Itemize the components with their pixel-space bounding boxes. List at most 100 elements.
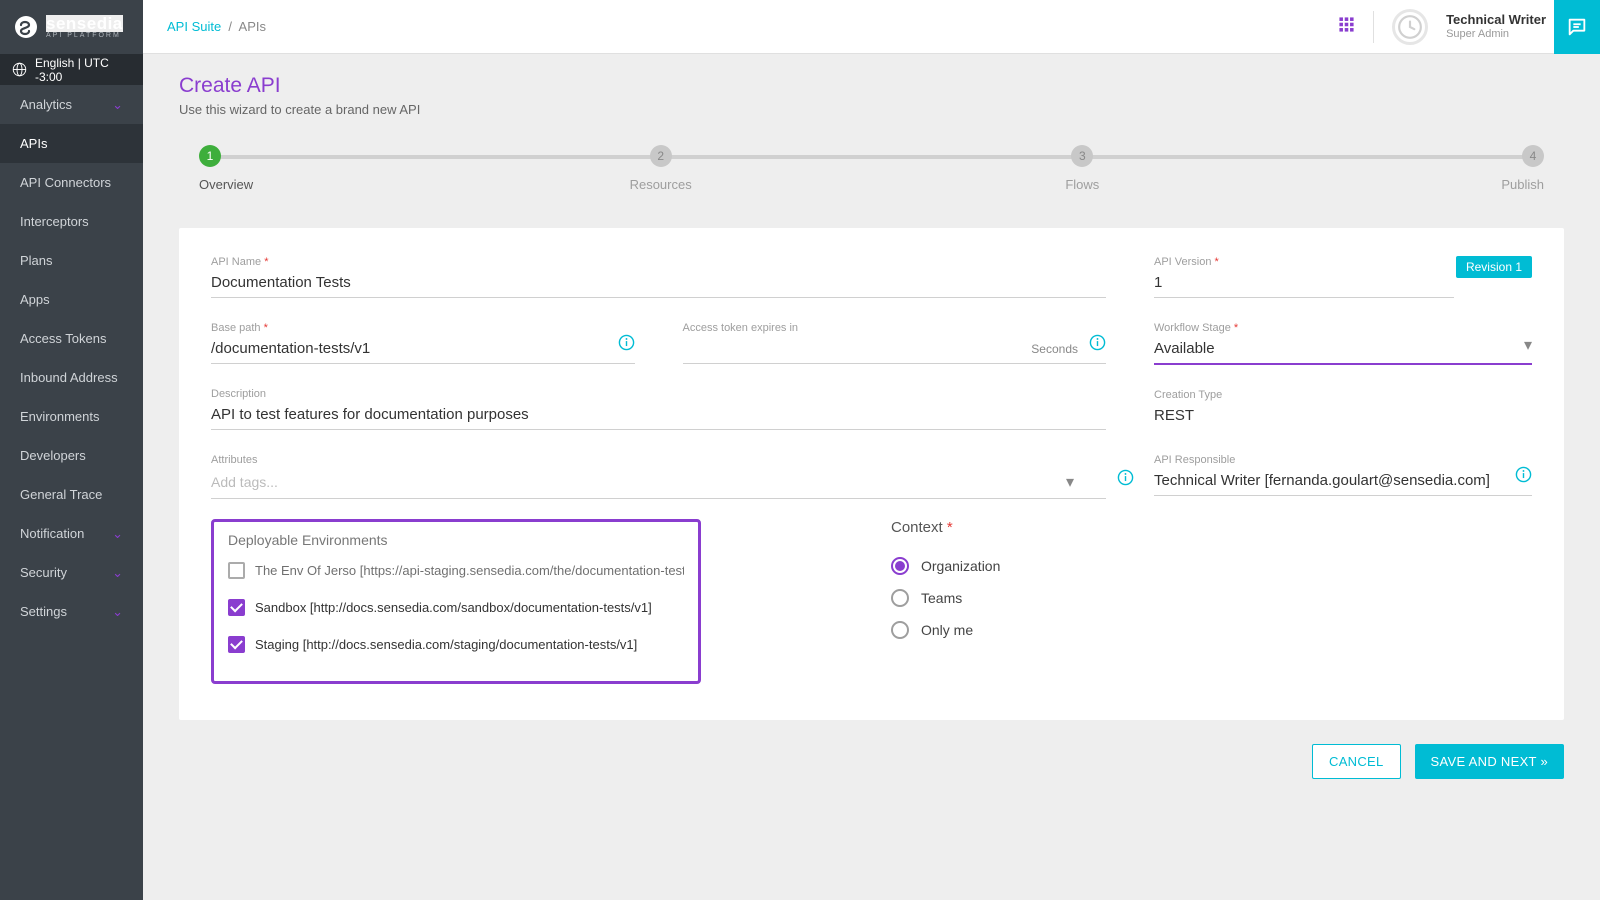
avatar[interactable] bbox=[1392, 9, 1428, 45]
sidebar-item-label: Settings bbox=[20, 604, 67, 619]
context-option-teams[interactable]: Teams bbox=[891, 582, 1000, 614]
user-role: Super Admin bbox=[1446, 28, 1546, 41]
info-icon[interactable] bbox=[1515, 466, 1532, 488]
creation-type-field: Creation Type REST bbox=[1154, 389, 1532, 430]
brand-sub: API PLATFORM bbox=[46, 32, 123, 39]
workflow-stage-field: Workflow Stage * ▾ bbox=[1154, 322, 1532, 365]
radio[interactable] bbox=[891, 589, 909, 607]
token-units: Seconds bbox=[1031, 342, 1078, 356]
checkbox[interactable] bbox=[228, 562, 245, 579]
description-input[interactable] bbox=[211, 402, 1106, 430]
api-name-field: API Name * bbox=[211, 256, 1106, 298]
workflow-select[interactable] bbox=[1154, 336, 1532, 365]
step-label: Overview bbox=[199, 177, 253, 192]
step-circle[interactable]: 4 bbox=[1522, 145, 1544, 167]
sidebar-item-inbound-address[interactable]: Inbound Address bbox=[0, 358, 143, 397]
sidebar-item-api-connectors[interactable]: API Connectors bbox=[0, 163, 143, 202]
breadcrumb-root[interactable]: API Suite bbox=[167, 19, 221, 34]
radio-label: Organization bbox=[921, 558, 1000, 574]
sidebar-item-label: Developers bbox=[20, 448, 86, 463]
save-and-next-button[interactable]: SAVE AND NEXT » bbox=[1415, 744, 1564, 779]
sidebar-item-label: Apps bbox=[20, 292, 50, 307]
sidebar-item-label: Plans bbox=[20, 253, 53, 268]
chevron-down-icon: ⌄ bbox=[112, 97, 123, 113]
checkbox[interactable] bbox=[228, 636, 245, 653]
sidebar-item-apis[interactable]: APIs bbox=[0, 124, 143, 163]
sidebar-item-apps[interactable]: Apps bbox=[0, 280, 143, 319]
sidebar-item-label: API Connectors bbox=[20, 175, 111, 190]
sidebar-item-label: Notification bbox=[20, 526, 84, 541]
description-field: Description bbox=[211, 388, 1106, 430]
sidebar-item-environments[interactable]: Environments bbox=[0, 397, 143, 436]
sidebar-item-general-trace[interactable]: General Trace bbox=[0, 475, 143, 514]
sidebar-item-notification[interactable]: Notification ⌄ bbox=[0, 514, 143, 553]
api-name-input[interactable] bbox=[211, 270, 1106, 298]
app-switcher-icon[interactable] bbox=[1338, 16, 1355, 38]
sidebar-item-label: General Trace bbox=[20, 487, 102, 502]
checkbox[interactable] bbox=[228, 599, 245, 616]
env-item[interactable]: The Env Of Jerso [https://api-staging.se… bbox=[228, 552, 684, 589]
creation-type-value: REST bbox=[1154, 403, 1532, 430]
chevron-down-icon: ⌄ bbox=[112, 604, 123, 620]
chat-button[interactable] bbox=[1554, 0, 1600, 54]
deployable-environments-box: Deployable Environments The Env Of Jerso… bbox=[211, 519, 701, 684]
sidebar-item-developers[interactable]: Developers bbox=[0, 436, 143, 475]
sidebar-item-label: Interceptors bbox=[20, 214, 89, 229]
chat-icon bbox=[1566, 16, 1588, 38]
api-version-input[interactable] bbox=[1154, 270, 1454, 298]
top-header: API Suite / APIs Technical Writer Super … bbox=[143, 0, 1600, 54]
chevron-down-icon: ⌄ bbox=[112, 526, 123, 542]
deploy-title: Deployable Environments bbox=[228, 532, 684, 548]
cancel-button[interactable]: CANCEL bbox=[1312, 744, 1401, 779]
env-label: Staging [http://docs.sensedia.com/stagin… bbox=[255, 637, 637, 652]
sidebar-item-security[interactable]: Security ⌄ bbox=[0, 553, 143, 592]
brand-logo: sensedia API PLATFORM bbox=[0, 0, 143, 54]
sidebar-item-settings[interactable]: Settings ⌄ bbox=[0, 592, 143, 631]
locale-selector[interactable]: English | UTC -3:00 bbox=[0, 54, 143, 85]
locale-text: English | UTC -3:00 bbox=[35, 56, 131, 84]
info-icon[interactable] bbox=[1117, 469, 1134, 491]
base-path-field: Base path * bbox=[211, 322, 635, 364]
attributes-input[interactable]: Add tags... ▾ bbox=[211, 468, 1106, 499]
step-circle[interactable]: 3 bbox=[1071, 145, 1093, 167]
form-card: API Name * Base path * bbox=[179, 228, 1564, 720]
radio[interactable] bbox=[891, 621, 909, 639]
context-box: Context * OrganizationTeamsOnly me bbox=[891, 519, 1000, 684]
base-path-input[interactable] bbox=[211, 336, 635, 364]
token-expires-field: Access token expires in Seconds bbox=[683, 322, 1107, 364]
chevron-down-icon: ⌄ bbox=[112, 565, 123, 581]
context-option-organization[interactable]: Organization bbox=[891, 550, 1000, 582]
wizard-footer: CANCEL SAVE AND NEXT » bbox=[179, 744, 1564, 779]
revision-badge: Revision 1 bbox=[1456, 256, 1532, 278]
globe-icon bbox=[12, 62, 27, 77]
info-icon[interactable] bbox=[618, 334, 635, 356]
sidebar-item-label: Inbound Address bbox=[20, 370, 118, 385]
sidebar-item-access-tokens[interactable]: Access Tokens bbox=[0, 319, 143, 358]
api-responsible-input[interactable] bbox=[1154, 468, 1532, 496]
step-circle[interactable]: 1 bbox=[199, 145, 221, 167]
stepper: 1Overview2Resources3Flows4Publish bbox=[199, 145, 1544, 192]
clock-icon bbox=[1397, 14, 1423, 40]
step-circle[interactable]: 2 bbox=[650, 145, 672, 167]
sidebar-item-label: Access Tokens bbox=[20, 331, 106, 346]
breadcrumb-current: APIs bbox=[239, 19, 266, 34]
env-item[interactable]: Sandbox [http://docs.sensedia.com/sandbo… bbox=[228, 589, 684, 626]
sidebar-item-label: Security bbox=[20, 565, 67, 580]
attributes-field: Attributes Add tags... ▾ bbox=[211, 454, 1106, 499]
divider bbox=[1373, 11, 1374, 43]
context-option-only-me[interactable]: Only me bbox=[891, 614, 1000, 646]
sidebar: sensedia API PLATFORM English | UTC -3:0… bbox=[0, 0, 143, 900]
sidebar-item-interceptors[interactable]: Interceptors bbox=[0, 202, 143, 241]
sidebar-item-analytics[interactable]: Analytics⌄ bbox=[0, 85, 143, 124]
user-name: Technical Writer bbox=[1446, 12, 1546, 28]
sidebar-item-label: APIs bbox=[20, 136, 47, 151]
sidebar-item-plans[interactable]: Plans bbox=[0, 241, 143, 280]
chevron-down-icon: ▾ bbox=[1066, 472, 1080, 492]
env-label: Sandbox [http://docs.sensedia.com/sandbo… bbox=[255, 600, 652, 615]
info-icon[interactable] bbox=[1089, 334, 1106, 356]
radio-label: Only me bbox=[921, 622, 973, 638]
brand-logo-icon bbox=[14, 15, 38, 39]
step-label: Publish bbox=[1501, 177, 1544, 192]
env-item[interactable]: Staging [http://docs.sensedia.com/stagin… bbox=[228, 626, 684, 663]
radio[interactable] bbox=[891, 557, 909, 575]
